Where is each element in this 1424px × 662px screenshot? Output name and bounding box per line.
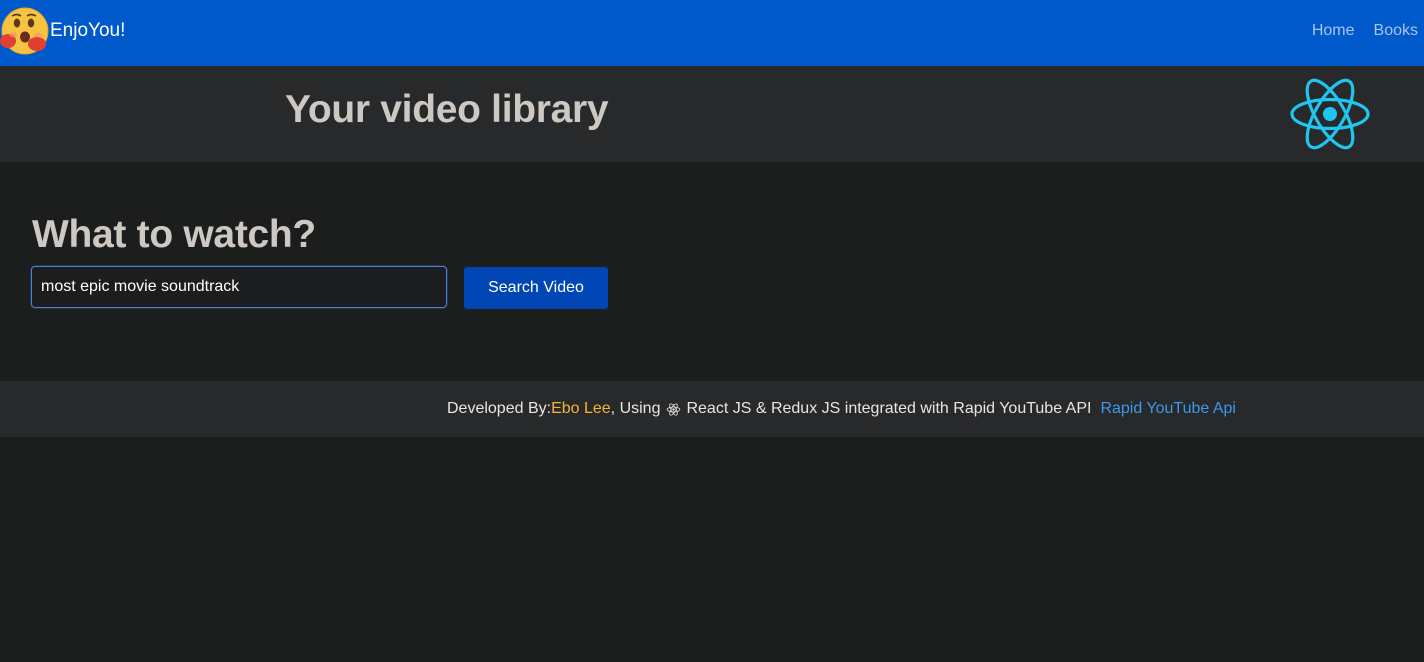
search-input[interactable] — [31, 266, 447, 308]
nav-links: Home Books — [1312, 22, 1418, 40]
search-heading: What to watch? — [32, 213, 316, 256]
brand-name: EnjoYou! — [50, 20, 126, 41]
nav-link-home[interactable]: Home — [1312, 22, 1355, 40]
hero-banner: Your video library — [0, 66, 1424, 162]
footer: Developed By: Ebo Lee, Using React JS & R… — [0, 381, 1424, 437]
nav-link-books[interactable]: Books — [1374, 22, 1418, 40]
search-video-button[interactable]: Search Video — [464, 267, 608, 309]
react-logo-icon — [1290, 78, 1370, 150]
navbar: EnjoYou! Home Books — [0, 0, 1424, 66]
hugging-face-emoji-icon — [0, 7, 49, 55]
footer-text: Developed By: Ebo Lee, Using React JS & R… — [447, 400, 1236, 418]
brand[interactable]: EnjoYou! — [0, 7, 125, 55]
search-section: What to watch? Search Video — [0, 162, 1424, 380]
footer-prefix: Developed By: — [447, 400, 552, 417]
react-mini-icon — [667, 402, 681, 416]
author-name: Ebo Lee — [551, 400, 611, 417]
footer-tech: React JS & Redux JS integrated with Rapi… — [686, 400, 1092, 417]
page-title: Your video library — [285, 88, 609, 131]
footer-using: , Using — [610, 400, 661, 417]
rapid-youtube-api-link[interactable]: Rapid YouTube Api — [1100, 400, 1236, 418]
